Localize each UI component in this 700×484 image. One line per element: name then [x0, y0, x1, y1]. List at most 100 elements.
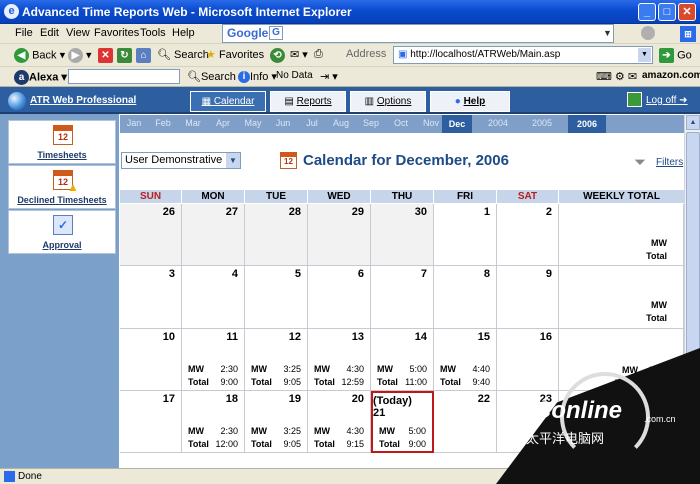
day-number[interactable]: 14 [415, 331, 427, 343]
print-button[interactable]: ⎙ [314, 48, 323, 61]
google-dropdown-icon[interactable]: ▼ [603, 28, 612, 38]
filter-funnel-icon[interactable]: ⏷ [634, 154, 646, 171]
month-jan[interactable]: Jan [120, 118, 148, 128]
google-g-icon[interactable]: G [269, 26, 283, 40]
day-number[interactable]: 10 [163, 331, 175, 343]
alexa-search-button[interactable]: 🔍︎Search ▾ [187, 70, 244, 83]
google-search-box[interactable]: Google G [222, 24, 614, 43]
day-number[interactable]: 12 [289, 331, 301, 343]
day-number[interactable]: 3 [169, 268, 175, 280]
mail-button[interactable]: ✉ ▾ [290, 48, 308, 61]
day-number[interactable]: 6 [358, 268, 364, 280]
calendar-day[interactable]: 7 [371, 266, 434, 329]
minimize-button[interactable]: _ [638, 3, 656, 21]
day-number[interactable]: 15 [478, 331, 490, 343]
calendar-day[interactable]: 1 [434, 204, 497, 266]
address-dropdown-icon[interactable]: ▼ [638, 48, 651, 62]
calendar-day[interactable]: 28 [245, 204, 308, 266]
menu-help[interactable]: Help [172, 27, 195, 39]
month-dec[interactable]: Dec [442, 115, 472, 133]
day-number[interactable]: 29 [352, 206, 364, 218]
calendar-day[interactable]: 22 [434, 391, 497, 453]
alexa-button[interactable]: a Alexa ▾ [14, 70, 67, 85]
month-mar[interactable]: Mar [178, 118, 208, 128]
month-feb[interactable]: Feb [149, 118, 177, 128]
calendar-day[interactable]: 18 MW 2:30 Total 12:00 [182, 391, 245, 453]
settings-icon[interactable] [641, 26, 655, 40]
sidebar-item-timesheets[interactable]: 12 Timesheets [8, 120, 116, 164]
calendar-day[interactable]: 16 [497, 329, 559, 391]
calendar-day[interactable]: 17 [120, 391, 182, 453]
logoff-link[interactable]: Log off ➜ [646, 95, 688, 106]
month-jun[interactable]: Jun [268, 118, 298, 128]
tab-help[interactable]: ● Help [430, 91, 510, 112]
month-may[interactable]: May [238, 118, 268, 128]
alexa-info-button[interactable]: i Info ▾ [238, 70, 277, 84]
calendar-day[interactable]: 26 [120, 204, 182, 266]
address-bar[interactable]: ▣ http://localhost/ATRWeb/Main.asp ▼ [393, 46, 653, 64]
app-brand-link[interactable]: ATR Web Professional [30, 95, 136, 106]
calendar-day[interactable]: 3 [120, 266, 182, 329]
day-number[interactable]: 4 [232, 268, 238, 280]
tab-options[interactable]: ▥ Options [350, 91, 426, 112]
user-select[interactable]: User Demonstrative ▼ [121, 152, 241, 169]
menu-favorites[interactable]: Favorites [94, 27, 139, 39]
calendar-day[interactable]: 15 MW 4:40 Total 9:40 [434, 329, 497, 391]
day-number[interactable]: 18 [226, 393, 238, 405]
day-number[interactable]: 5 [295, 268, 301, 280]
calendar-day[interactable]: 10 [120, 329, 182, 391]
day-number[interactable]: 17 [163, 393, 175, 405]
forward-button[interactable]: ▶ ▾ [68, 48, 92, 63]
calendar-day-today[interactable]: (Today) 21 MW 5:00 Total 9:00 [371, 391, 434, 453]
calendar-day[interactable]: 8 [434, 266, 497, 329]
day-number[interactable]: (Today) 21 [373, 395, 426, 419]
calendar-day[interactable]: 6 [308, 266, 371, 329]
day-number[interactable]: 9 [546, 268, 552, 280]
maximize-button[interactable]: □ [658, 3, 676, 21]
day-number[interactable]: 27 [226, 206, 238, 218]
search-button[interactable]: 🔍︎ Search [157, 48, 209, 61]
month-sep[interactable]: Sep [356, 118, 386, 128]
tab-reports[interactable]: ▤ Reports [270, 91, 346, 112]
amazon-link[interactable]: amazon.com [642, 70, 700, 81]
sidebar-item-approval[interactable]: ✓ Approval [8, 210, 116, 254]
back-button[interactable]: ◀ Back ▾ [14, 48, 65, 63]
day-number[interactable]: 1 [484, 206, 490, 218]
calendar-day[interactable]: 14 MW 5:00 Total 11:00 [371, 329, 434, 391]
calendar-day[interactable]: 29 [308, 204, 371, 266]
day-number[interactable]: 19 [289, 393, 301, 405]
favorites-button[interactable]: ★ Favorites [206, 48, 264, 61]
calendar-day[interactable]: 27 [182, 204, 245, 266]
calendar-day[interactable]: 9 [497, 266, 559, 329]
month-apr[interactable]: Apr [208, 118, 238, 128]
calendar-day[interactable]: 2 [497, 204, 559, 266]
refresh-button[interactable]: ↻ [117, 48, 132, 63]
year-2005[interactable]: 2005 [526, 118, 558, 128]
calendar-day[interactable]: 11 MW 2:30 Total 9:00 [182, 329, 245, 391]
month-aug[interactable]: Aug [326, 118, 356, 128]
tab-calendar[interactable]: ▦ Calendar [190, 91, 266, 112]
go-button[interactable]: ➔ Go [659, 48, 692, 63]
day-number[interactable]: 13 [352, 331, 364, 343]
day-number[interactable]: 20 [352, 393, 364, 405]
day-number[interactable]: 26 [163, 206, 175, 218]
calendar-day[interactable]: 30 [371, 204, 434, 266]
calendar-day[interactable]: 20 MW 4:30 Total 9:15 [308, 391, 371, 453]
scroll-thumb[interactable] [686, 132, 700, 362]
day-number[interactable]: 2 [546, 206, 552, 218]
day-number[interactable]: 30 [415, 206, 427, 218]
day-number[interactable]: 16 [540, 331, 552, 343]
calendar-day[interactable]: 12 MW 3:25 Total 9:05 [245, 329, 308, 391]
day-number[interactable]: 22 [478, 393, 490, 405]
menu-file[interactable]: File [15, 27, 33, 39]
menu-tools[interactable]: Tools [140, 27, 166, 39]
day-number[interactable]: 11 [226, 331, 238, 343]
day-number[interactable]: 8 [484, 268, 490, 280]
sidebar-item-declined-timesheets[interactable]: 12 ▲ Declined Timesheets [8, 165, 116, 209]
year-2004[interactable]: 2004 [482, 118, 514, 128]
alexa-tool-icons[interactable]: ⌨ ⚙ ✉ [596, 70, 637, 83]
scroll-up-icon[interactable]: ▲ [686, 115, 700, 130]
month-jul[interactable]: Jul [298, 118, 326, 128]
stop-button[interactable]: ✕ [98, 48, 113, 63]
year-2006[interactable]: 2006 [568, 115, 606, 133]
